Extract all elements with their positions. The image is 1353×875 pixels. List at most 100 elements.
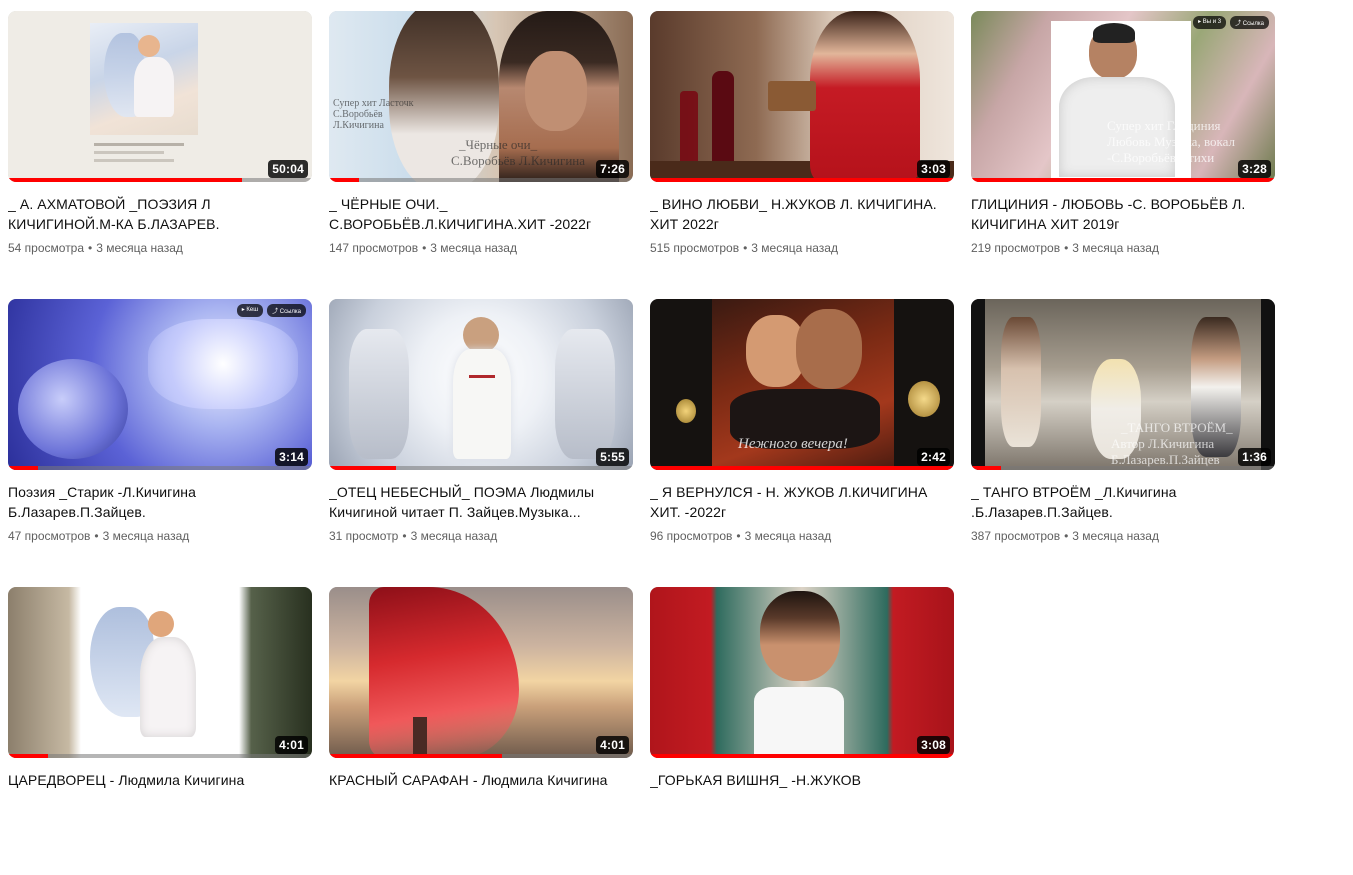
video-thumbnail[interactable]: 4:01 bbox=[329, 587, 633, 758]
share-chip[interactable]: ⤴ Ссылка bbox=[1230, 16, 1269, 29]
watch-progress bbox=[650, 178, 954, 182]
overlay-text: Автор Л.Кичигина bbox=[1111, 436, 1215, 451]
watch-progress-fill bbox=[8, 754, 48, 758]
separator-dot: • bbox=[402, 529, 407, 543]
share-chip[interactable]: ⤴ Ссылка bbox=[267, 304, 306, 317]
video-card[interactable]: 3:03 _ ВИНО ЛЮБВИ_ Н.ЖУКОВ Л. КИЧИГИНА. … bbox=[650, 11, 954, 299]
video-title[interactable]: _ГОРЬКАЯ ВИШНЯ_ -Н.ЖУКОВ bbox=[650, 770, 954, 790]
watch-progress bbox=[8, 754, 312, 758]
video-title[interactable]: _ Я ВЕРНУЛСЯ - Н. ЖУКОВ Л.КИЧИГИНА ХИТ. … bbox=[650, 482, 954, 522]
video-card[interactable]: Супер хит Ласточк С.Воробьёв Л.Кичигина … bbox=[329, 11, 633, 299]
video-card[interactable]: 50:04 _ А. АХМАТОВОЙ _ПОЭЗИЯ Л КИЧИГИНОЙ… bbox=[8, 11, 312, 299]
video-card[interactable]: ▸ Вы и 3 ⤴ Ссылка Супер хит Глициния Люб… bbox=[971, 11, 1275, 299]
watch-progress bbox=[971, 178, 1275, 182]
view-count: 219 просмотров bbox=[971, 241, 1061, 255]
video-thumbnail[interactable]: 4:01 bbox=[8, 587, 312, 758]
video-title[interactable]: _ ТАНГО ВТРОЁМ _Л.Кичигина .Б.Лазарев.П.… bbox=[971, 482, 1275, 522]
watch-progress bbox=[8, 178, 312, 182]
video-duration: 50:04 bbox=[268, 160, 308, 178]
watch-progress-fill bbox=[650, 178, 954, 182]
video-title[interactable]: _ ЧЁРНЫЕ ОЧИ._ С.ВОРОБЬЁВ.Л.КИЧИГИНА.ХИТ… bbox=[329, 194, 633, 234]
video-thumbnail[interactable]: ▸ Вы и 3 ⤴ Ссылка Супер хит Глициния Люб… bbox=[971, 11, 1275, 182]
video-grid: 50:04 _ А. АХМАТОВОЙ _ПОЭЗИЯ Л КИЧИГИНОЙ… bbox=[8, 11, 1275, 875]
overlay-text: Супер хит Глициния bbox=[1107, 118, 1221, 133]
overlay-text: _ТАНГО ВТРОЁМ_ bbox=[1121, 420, 1233, 435]
watch-progress-fill bbox=[329, 754, 503, 758]
watch-progress-fill bbox=[650, 754, 954, 758]
video-title[interactable]: ГЛИЦИНИЯ - ЛЮБОВЬ -С. ВОРОБЬЁВ Л. КИЧИГИ… bbox=[971, 194, 1275, 234]
view-count: 387 просмотров bbox=[971, 529, 1061, 543]
overlay-text: Нежного вечера! bbox=[738, 436, 848, 452]
video-meta: 31 просмотр • 3 месяца назад bbox=[329, 527, 633, 545]
video-duration: 1:36 bbox=[1238, 448, 1271, 466]
video-duration: 2:42 bbox=[917, 448, 950, 466]
video-card[interactable]: ▸ Кеш ⤴ Ссылка 3:14 Поэзия _Старик -Л.Ки… bbox=[8, 299, 312, 587]
video-duration: 3:28 bbox=[1238, 160, 1271, 178]
video-meta: 219 просмотров • 3 месяца назад bbox=[971, 239, 1275, 257]
separator-dot: • bbox=[422, 241, 427, 255]
view-count: 54 просмотра bbox=[8, 241, 85, 255]
upload-age: 3 месяца назад bbox=[751, 241, 838, 255]
watch-progress bbox=[329, 178, 633, 182]
watch-later-chip[interactable]: ▸ Вы и 3 bbox=[1193, 16, 1227, 29]
video-thumbnail[interactable]: 50:04 bbox=[8, 11, 312, 182]
view-count: 147 просмотров bbox=[329, 241, 419, 255]
video-title[interactable]: _ А. АХМАТОВОЙ _ПОЭЗИЯ Л КИЧИГИНОЙ.М-КА … bbox=[8, 194, 312, 234]
video-duration: 5:55 bbox=[596, 448, 629, 466]
watch-progress bbox=[329, 754, 633, 758]
overlay-text: _Чёрные очи_ bbox=[459, 137, 538, 152]
watch-progress-fill bbox=[8, 466, 39, 470]
separator-dot: • bbox=[94, 529, 99, 543]
video-thumbnail[interactable]: Супер хит Ласточк С.Воробьёв Л.Кичигина … bbox=[329, 11, 633, 182]
view-count: 96 просмотров bbox=[650, 529, 733, 543]
watch-later-chip[interactable]: ▸ Кеш bbox=[236, 304, 264, 317]
watch-progress-fill bbox=[329, 466, 396, 470]
video-title[interactable]: Поэзия _Старик -Л.Кичигина Б.Лазарев.П.З… bbox=[8, 482, 312, 522]
video-title[interactable]: _ОТЕЦ НЕБЕСНЫЙ_ ПОЭМА Людмилы Кичигиной … bbox=[329, 482, 633, 522]
video-duration: 3:08 bbox=[917, 736, 950, 754]
watch-progress bbox=[650, 754, 954, 758]
separator-dot: • bbox=[1064, 529, 1069, 543]
video-duration: 7:26 bbox=[596, 160, 629, 178]
video-card[interactable]: 4:01 КРАСНЫЙ САРАФАН - Людмила Кичигина bbox=[329, 587, 633, 875]
video-card[interactable]: 5:55 _ОТЕЦ НЕБЕСНЫЙ_ ПОЭМА Людмилы Кичиг… bbox=[329, 299, 633, 587]
video-title[interactable]: КРАСНЫЙ САРАФАН - Людмила Кичигина bbox=[329, 770, 633, 790]
watch-progress-fill bbox=[329, 178, 360, 182]
video-meta: 147 просмотров • 3 месяца назад bbox=[329, 239, 633, 257]
video-card[interactable]: 3:08 _ГОРЬКАЯ ВИШНЯ_ -Н.ЖУКОВ bbox=[650, 587, 954, 875]
video-meta: 47 просмотров • 3 месяца назад bbox=[8, 527, 312, 545]
video-thumbnail[interactable]: 5:55 bbox=[329, 299, 633, 470]
video-thumbnail[interactable]: 3:03 bbox=[650, 11, 954, 182]
watch-progress-fill bbox=[650, 466, 954, 470]
watch-progress bbox=[8, 466, 312, 470]
upload-age: 3 месяца назад bbox=[1072, 241, 1159, 255]
overlay-text: -С.Воробьёв. стихи bbox=[1107, 150, 1215, 165]
video-duration: 3:03 bbox=[917, 160, 950, 178]
upload-age: 3 месяца назад bbox=[744, 529, 832, 543]
video-card[interactable]: _ТАНГО ВТРОЁМ_ Автор Л.Кичигина Б.Лазаре… bbox=[971, 299, 1275, 587]
video-duration: 4:01 bbox=[275, 736, 308, 754]
upload-age: 3 месяца назад bbox=[430, 241, 517, 255]
video-card[interactable]: 4:01 ЦАРЕДВОРЕЦ - Людмила Кичигина bbox=[8, 587, 312, 875]
video-duration: 4:01 bbox=[596, 736, 629, 754]
video-card[interactable]: Нежного вечера! 2:42 _ Я ВЕРНУЛСЯ - Н. Ж… bbox=[650, 299, 954, 587]
separator-dot: • bbox=[736, 529, 741, 543]
overlay-text: С.Воробьёв Л.Кичигина bbox=[451, 153, 585, 168]
video-duration: 3:14 bbox=[275, 448, 308, 466]
watch-progress-fill bbox=[971, 178, 1275, 182]
video-thumbnail[interactable]: ▸ Кеш ⤴ Ссылка 3:14 bbox=[8, 299, 312, 470]
watch-progress-fill bbox=[971, 466, 1002, 470]
upload-age: 3 месяца назад bbox=[96, 241, 183, 255]
separator-dot: • bbox=[1064, 241, 1069, 255]
video-thumbnail[interactable]: Нежного вечера! 2:42 bbox=[650, 299, 954, 470]
watch-progress bbox=[650, 466, 954, 470]
watch-progress bbox=[971, 466, 1275, 470]
video-thumbnail[interactable]: 3:08 bbox=[650, 587, 954, 758]
video-meta: 54 просмотра • 3 месяца назад bbox=[8, 239, 312, 257]
overlay-text: Б.Лазарев.П.Зайцев bbox=[1111, 452, 1220, 467]
video-title[interactable]: ЦАРЕДВОРЕЦ - Людмила Кичигина bbox=[8, 770, 312, 790]
video-thumbnail[interactable]: _ТАНГО ВТРОЁМ_ Автор Л.Кичигина Б.Лазаре… bbox=[971, 299, 1275, 470]
video-meta: 387 просмотров • 3 месяца назад bbox=[971, 527, 1275, 545]
player-controls: ▸ Вы и 3 ⤴ Ссылка bbox=[1193, 16, 1269, 29]
video-title[interactable]: _ ВИНО ЛЮБВИ_ Н.ЖУКОВ Л. КИЧИГИНА. ХИТ 2… bbox=[650, 194, 954, 234]
